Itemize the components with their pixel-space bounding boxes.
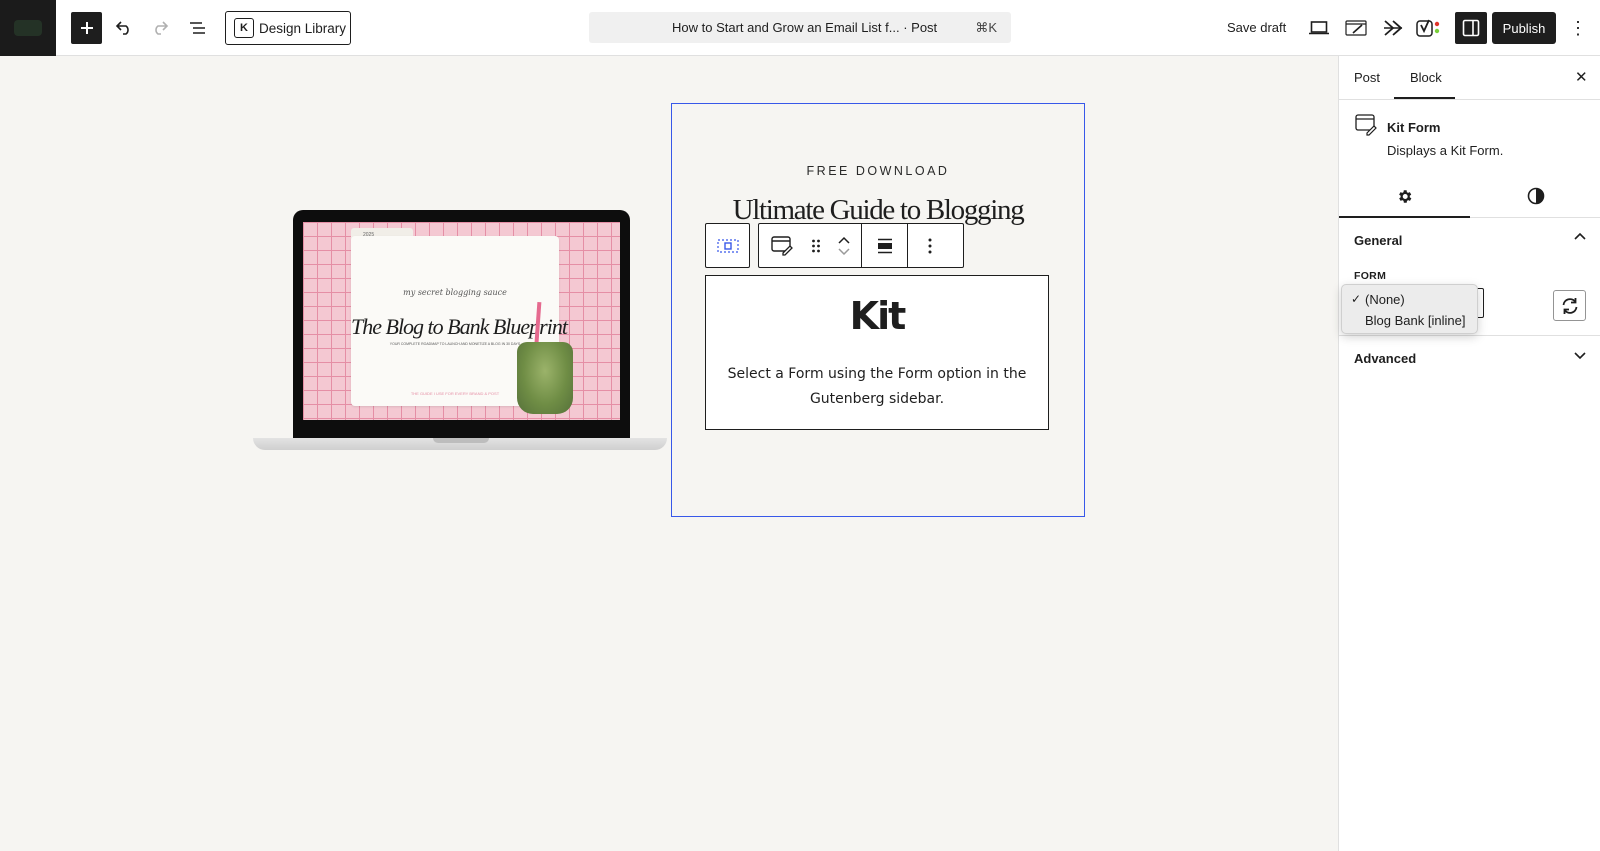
external-preview-icon bbox=[1345, 20, 1367, 36]
half-circle-styles-icon bbox=[1527, 187, 1544, 205]
selected-check-icon: ✓ bbox=[1351, 292, 1362, 306]
drag-handle[interactable] bbox=[805, 224, 827, 267]
save-draft-button[interactable]: Save draft bbox=[1227, 20, 1286, 35]
block-inserter-button[interactable] bbox=[71, 12, 102, 44]
design-library-icon: K bbox=[234, 18, 254, 38]
kit-form-icon bbox=[1355, 114, 1377, 141]
close-sidebar-button[interactable]: ✕ bbox=[1575, 68, 1588, 86]
kit-form-icon bbox=[771, 235, 793, 256]
eyebrow-text[interactable]: FREE DOWNLOAD bbox=[672, 164, 1084, 178]
tab-styles[interactable] bbox=[1470, 174, 1600, 218]
desktop-icon bbox=[1309, 21, 1329, 35]
site-logo-button[interactable] bbox=[0, 0, 56, 56]
command-shortcut: ⌘K bbox=[975, 20, 997, 35]
device-preview-button[interactable] bbox=[1305, 14, 1333, 42]
jetpack-icon bbox=[1384, 20, 1403, 36]
redo-button[interactable] bbox=[146, 12, 174, 44]
yoast-icon bbox=[1416, 19, 1440, 37]
move-up-icon[interactable] bbox=[838, 236, 850, 244]
undo-icon bbox=[115, 21, 129, 35]
script-tagline: my secret blogging sauce bbox=[403, 288, 507, 297]
drag-icon bbox=[812, 239, 820, 252]
list-view-icon bbox=[190, 22, 205, 34]
editor-canvas: 2025 my secret blogging sauce The Blog t… bbox=[0, 56, 1338, 851]
publish-button[interactable]: Publish bbox=[1492, 12, 1556, 44]
site-icon bbox=[14, 20, 42, 36]
mockup-title: The Blog to Bank Blueprint bbox=[351, 314, 568, 339]
move-down-icon[interactable] bbox=[838, 247, 850, 256]
active-subtab-indicator bbox=[1339, 216, 1470, 218]
chevron-up-icon[interactable] bbox=[1573, 230, 1587, 249]
undo-button[interactable] bbox=[110, 12, 138, 44]
kit-placeholder-message: Select a Form using the Form option in t… bbox=[727, 366, 1027, 407]
block-toolbar bbox=[705, 223, 964, 268]
group-block-icon bbox=[716, 238, 739, 253]
laptop-mockup-image[interactable]: 2025 my secret blogging sauce The Blog t… bbox=[253, 210, 667, 506]
options-menu-button[interactable]: ⋮ bbox=[1566, 12, 1590, 44]
select-parent-button[interactable] bbox=[705, 223, 750, 268]
document-title: How to Start and Grow an Email List f...… bbox=[672, 20, 938, 35]
sidebar-tabs: Post Block ✕ bbox=[1339, 56, 1600, 100]
tab-post[interactable]: Post bbox=[1354, 70, 1380, 85]
kit-logo: Kit bbox=[849, 294, 907, 338]
settings-sidebar: Post Block ✕ Kit Form Displays a Kit For… bbox=[1338, 56, 1600, 851]
block-card-title: Kit Form bbox=[1387, 120, 1441, 135]
editor-header: K Design Library How to Start and Grow a… bbox=[0, 0, 1600, 56]
form-field-label: FORM bbox=[1354, 270, 1387, 282]
yoast-seo-button[interactable] bbox=[1415, 14, 1443, 42]
tab-settings[interactable] bbox=[1339, 174, 1470, 218]
align-button[interactable] bbox=[862, 224, 907, 267]
move-buttons bbox=[827, 224, 861, 267]
matcha-drink-image bbox=[517, 342, 573, 414]
more-vertical-icon bbox=[928, 238, 932, 253]
laptop-screen-frame: 2025 my secret blogging sauce The Blog t… bbox=[293, 210, 630, 438]
panel-advanced-title[interactable]: Advanced bbox=[1354, 351, 1416, 366]
laptop-screen: 2025 my secret blogging sauce The Blog t… bbox=[303, 222, 620, 420]
gear-icon bbox=[1399, 189, 1412, 203]
refresh-forms-button[interactable] bbox=[1553, 290, 1586, 321]
view-post-button[interactable] bbox=[1342, 14, 1370, 42]
dropdown-option-none[interactable]: (None) bbox=[1365, 292, 1405, 307]
kit-form-block[interactable]: Kit Select a Form using the Form option … bbox=[705, 275, 1049, 430]
active-tab-indicator bbox=[1394, 97, 1455, 99]
sidebar-icon bbox=[1462, 19, 1480, 37]
command-bar[interactable]: How to Start and Grow an Email List f...… bbox=[589, 12, 1011, 43]
refresh-icon bbox=[1562, 297, 1577, 314]
design-library-label: Design Library bbox=[259, 20, 347, 36]
block-options-button[interactable] bbox=[908, 224, 952, 267]
redo-icon bbox=[155, 21, 169, 35]
align-wide-icon bbox=[877, 238, 892, 253]
document-overview-button[interactable] bbox=[184, 12, 212, 44]
tab-block[interactable]: Block bbox=[1410, 70, 1442, 85]
settings-sidebar-toggle[interactable] bbox=[1455, 12, 1487, 44]
block-type-button[interactable] bbox=[759, 224, 805, 267]
jetpack-plugin-button[interactable] bbox=[1379, 14, 1407, 42]
block-card-description: Displays a Kit Form. bbox=[1387, 143, 1504, 158]
chevron-down-icon[interactable] bbox=[1573, 348, 1587, 367]
plus-icon bbox=[80, 22, 93, 34]
dropdown-option-blog-bank[interactable]: Blog Bank [inline] bbox=[1365, 313, 1465, 328]
block-tools-group bbox=[758, 223, 964, 268]
design-library-button[interactable]: K Design Library bbox=[225, 11, 351, 45]
panel-general-title[interactable]: General bbox=[1354, 233, 1402, 248]
laptop-notch bbox=[433, 438, 489, 443]
inspector-subtabs bbox=[1339, 174, 1600, 218]
form-select-dropdown: ✓ (None) Blog Bank [inline] bbox=[1341, 284, 1478, 334]
panel-divider bbox=[1339, 335, 1600, 336]
